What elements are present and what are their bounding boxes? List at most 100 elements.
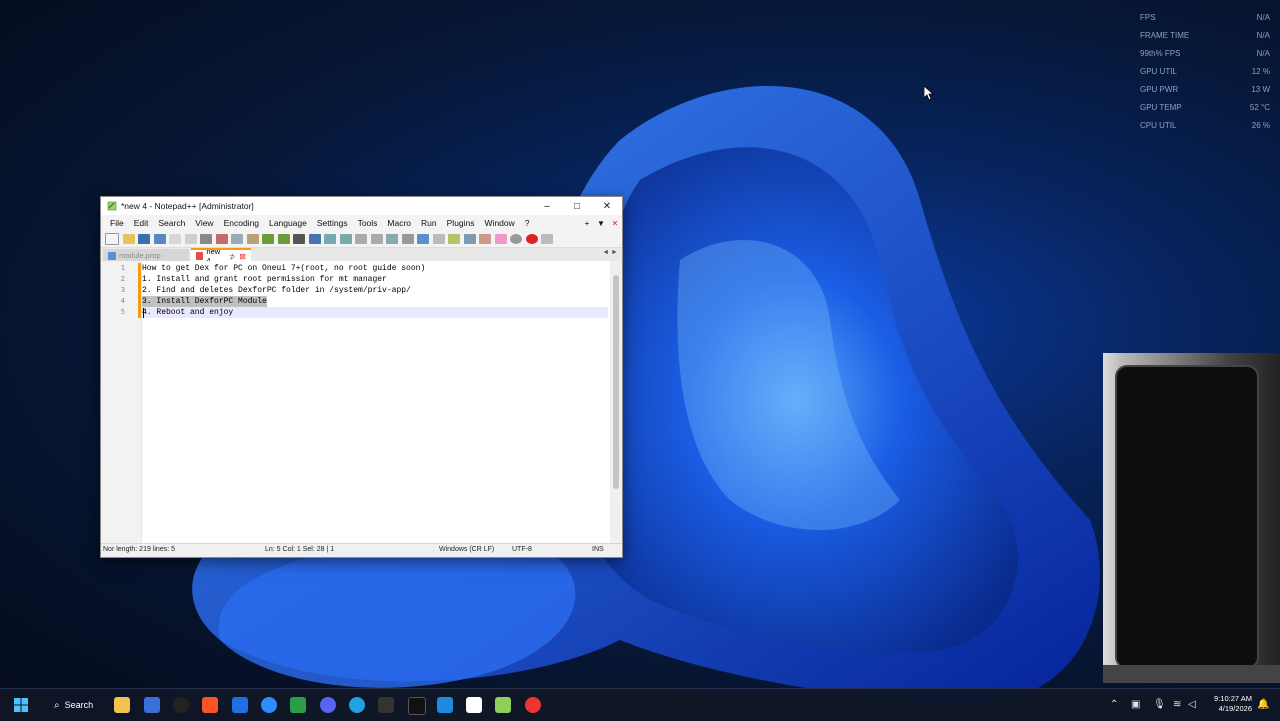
discord-icon[interactable] — [320, 697, 336, 713]
copy-icon[interactable] — [231, 234, 243, 244]
redo-icon[interactable] — [277, 234, 290, 244]
game-icon[interactable] — [290, 697, 306, 713]
tab-list-icon[interactable]: ▼ — [594, 219, 608, 228]
edge-icon[interactable] — [349, 697, 365, 713]
tab-label: module.prop — [119, 251, 161, 260]
cut-icon[interactable] — [215, 234, 228, 244]
status-mode[interactable]: INS — [592, 546, 604, 553]
save-icon[interactable] — [138, 234, 150, 244]
minimize-button[interactable]: – — [532, 197, 562, 215]
file-tab-icon — [108, 251, 116, 260]
search-icon: ⌕ — [54, 699, 60, 711]
capcut-icon[interactable] — [466, 697, 482, 713]
code-line: 1. Install and grant root permission for… — [142, 275, 387, 284]
lang-icon[interactable] — [432, 234, 445, 244]
wifi-icon[interactable]: ≋ — [1173, 699, 1181, 710]
clock-date: 4/19/2026 — [1218, 704, 1252, 713]
chatgpt-icon[interactable] — [173, 697, 189, 713]
obs-icon[interactable] — [525, 697, 541, 713]
menu-run[interactable]: Run — [416, 218, 442, 228]
notepadpp-taskbar-icon[interactable] — [495, 697, 511, 713]
status-position: Ln: 5 Col: 1 Sel: 28 | 1 — [265, 546, 335, 553]
find-icon[interactable] — [293, 234, 305, 244]
indent-guide-icon[interactable] — [417, 234, 429, 244]
word-wrap-icon[interactable] — [386, 234, 398, 244]
replace-icon[interactable] — [308, 234, 321, 244]
tab-scroll-arrows[interactable]: ◄ ► — [602, 249, 618, 256]
code-line: How to get Dex for PC on Oneui 7+(root, … — [142, 264, 426, 273]
overlay-row: CPU UTIL 26 % — [1140, 120, 1270, 130]
browser-icon[interactable] — [437, 697, 453, 713]
window-title: *new 4 - Notepad++ [Administrator] — [121, 201, 254, 211]
unsaved-file-icon — [196, 252, 204, 260]
show-all-chars-icon[interactable] — [401, 234, 414, 244]
ms-365-icon[interactable] — [232, 697, 248, 713]
close-doc-icon[interactable]: ✕ — [608, 219, 622, 228]
print-icon[interactable] — [200, 234, 212, 244]
macro-stop-icon[interactable] — [525, 234, 538, 244]
paste-icon[interactable] — [246, 234, 259, 244]
status-bar: Nor length: 219 lines: 5 Ln: 5 Col: 1 Se… — [101, 543, 622, 557]
tab-new-4[interactable]: new 4 ⊅ ⊠ — [191, 247, 251, 265]
menu-window[interactable]: Window — [480, 218, 520, 228]
system-clock[interactable]: 9:10:27 AM 4/19/2026 — [1204, 694, 1252, 714]
windows-start-icon[interactable] — [13, 697, 29, 713]
new-tab-icon[interactable]: + — [580, 219, 594, 228]
toolbar — [101, 231, 622, 248]
menu-tools[interactable]: Tools — [353, 218, 383, 228]
menu-settings[interactable]: Settings — [312, 218, 353, 228]
microphone-icon[interactable]: 🎙 — [1153, 699, 1166, 710]
monitoring-icon[interactable] — [494, 234, 507, 244]
tab-close-icon[interactable]: ⊠ — [239, 252, 246, 261]
tray-overflow-icon[interactable]: ⌃ — [1110, 699, 1118, 710]
line-number: 2 — [120, 275, 125, 283]
taskbar-search[interactable]: ⌕ Search — [46, 695, 104, 715]
phone-stand — [1103, 665, 1280, 683]
vertical-scrollbar[interactable] — [610, 261, 622, 544]
new-file-icon[interactable] — [105, 233, 119, 245]
menu-file[interactable]: File — [105, 218, 129, 228]
notepadpp-window[interactable]: *new 4 - Notepad++ [Administrator] – □ ✕… — [100, 196, 623, 558]
folder-workspace-icon[interactable] — [479, 234, 491, 244]
close-button[interactable]: ✕ — [592, 197, 622, 215]
menu-macro[interactable]: Macro — [382, 218, 416, 228]
macro-record-icon[interactable] — [510, 234, 522, 244]
undo-icon[interactable] — [262, 234, 274, 244]
sync-v-icon[interactable] — [355, 234, 367, 244]
menu-help[interactable]: ? — [520, 218, 535, 228]
text-editor[interactable]: 1 2 3 4 5 How to get Dex for PC on Oneui… — [101, 261, 622, 544]
menu-encoding[interactable]: Encoding — [219, 218, 264, 228]
menu-language[interactable]: Language — [264, 218, 312, 228]
maximize-button[interactable]: □ — [562, 197, 592, 215]
menu-search[interactable]: Search — [153, 218, 190, 228]
7zip-icon[interactable] — [378, 697, 394, 713]
status-encoding[interactable]: UTF-8 — [512, 546, 532, 553]
open-file-icon[interactable] — [122, 234, 135, 244]
doc-map-icon[interactable] — [448, 234, 460, 244]
func-list-icon[interactable] — [463, 234, 476, 244]
sync-h-icon[interactable] — [370, 234, 383, 244]
tray-app-icon[interactable]: ▣ — [1131, 699, 1140, 710]
zoom-icon[interactable] — [261, 697, 277, 713]
terminal-icon[interactable] — [408, 697, 426, 715]
status-eol[interactable]: Windows (CR LF) — [439, 546, 494, 553]
save-all-icon[interactable] — [153, 234, 166, 244]
macro-play-icon[interactable] — [541, 234, 553, 244]
scrollbar-thumb[interactable] — [613, 275, 619, 489]
zoom-out-icon[interactable] — [339, 234, 352, 244]
line-number: 1 — [120, 264, 125, 272]
volume-icon[interactable]: ◁ — [1188, 699, 1196, 710]
notification-bell-icon[interactable]: 🔔 — [1257, 699, 1269, 710]
menu-edit[interactable]: Edit — [129, 218, 154, 228]
menu-plugins[interactable]: Plugins — [442, 218, 480, 228]
close-all-icon[interactable] — [184, 234, 197, 244]
pin-icon[interactable]: ⊅ — [229, 252, 235, 261]
zoom-in-icon[interactable] — [324, 234, 336, 244]
file-explorer-icon[interactable] — [114, 697, 130, 713]
menu-view[interactable]: View — [190, 218, 218, 228]
clock-time: 9:10:27 AM — [1214, 694, 1252, 703]
brave-icon[interactable] — [202, 697, 218, 713]
store-icon[interactable] — [144, 697, 160, 713]
close-file-icon[interactable] — [169, 234, 181, 244]
title-bar[interactable]: *new 4 - Notepad++ [Administrator] – □ ✕ — [101, 197, 622, 215]
